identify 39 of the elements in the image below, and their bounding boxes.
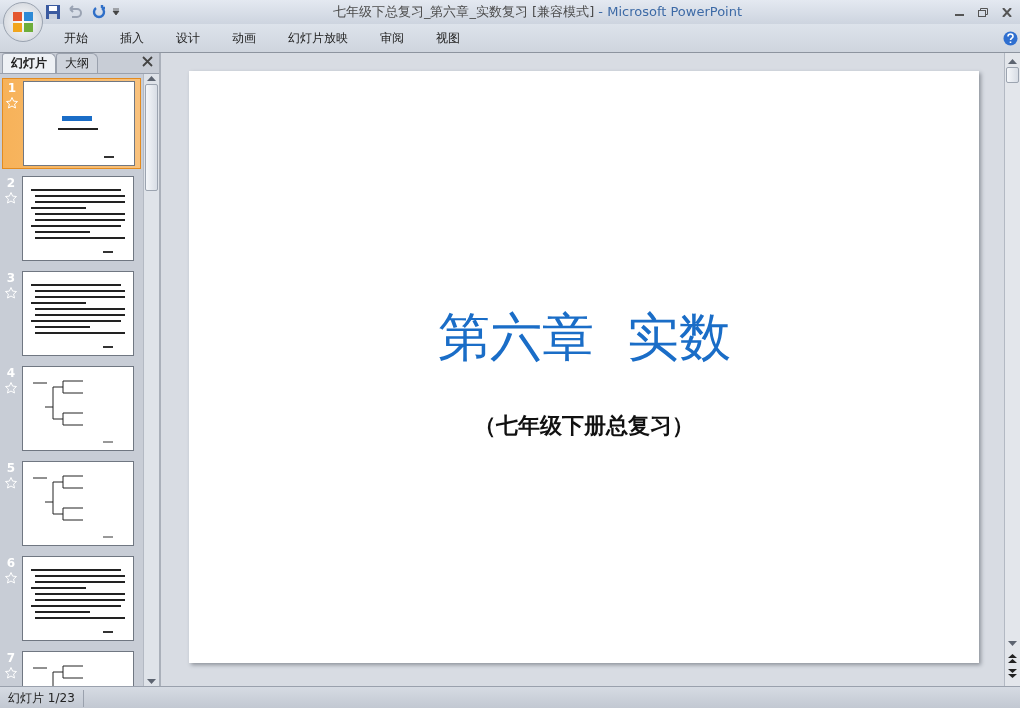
ribbon-tab[interactable]: 审阅 (364, 29, 420, 47)
close-icon[interactable] (142, 56, 154, 67)
next-slide-icon[interactable] (1008, 668, 1018, 678)
tree-diagram-drawing (32, 665, 84, 686)
scroll-up-icon[interactable] (147, 74, 157, 82)
close-icon[interactable] (1002, 7, 1012, 17)
scroll-up-icon[interactable] (1008, 57, 1018, 65)
ribbon-tab[interactable]: 动画 (216, 29, 272, 47)
title-slide-drawing (58, 116, 114, 158)
star-icon (6, 97, 18, 109)
previous-slide-icon[interactable] (1008, 654, 1018, 664)
ribbon-tab[interactable]: 开始 (48, 29, 104, 47)
slide-indicator: 幻灯片 1/23 (0, 689, 84, 707)
scroll-down-icon[interactable] (1008, 640, 1018, 648)
panel-tab[interactable]: 幻灯片 (2, 53, 56, 73)
office-logo-icon (12, 11, 34, 33)
ribbon-tab[interactable]: 设计 (160, 29, 216, 47)
scrollbar-thumb[interactable] (145, 84, 159, 191)
panel-tab[interactable]: 大纲 (56, 53, 98, 73)
star-icon (5, 192, 17, 204)
star-icon (5, 382, 17, 394)
slide-number: 1 (7, 81, 17, 95)
office-button[interactable] (3, 2, 43, 42)
star-icon (5, 667, 17, 679)
scrollbar-thumb[interactable] (1006, 67, 1020, 83)
redo-icon[interactable] (92, 5, 106, 19)
ribbon-tab[interactable]: 幻灯片放映 (272, 29, 364, 47)
customize-caret-icon[interactable] (112, 8, 120, 16)
slide-subtitle: （七年级下册总复习） (474, 411, 695, 440)
help-icon[interactable] (1003, 30, 1018, 46)
ribbon-tab[interactable]: 插入 (104, 29, 160, 47)
window-title: 七年级下总复习_第六章_实数复习 [兼容模式] - Microsoft PowerPoint (331, 3, 744, 21)
slide-title: 第六章 实数 (437, 306, 731, 369)
save-icon[interactable] (46, 5, 60, 19)
star-icon (5, 572, 17, 584)
star-icon (5, 477, 17, 489)
ribbon-tab[interactable]: 视图 (420, 29, 476, 47)
restore-icon[interactable] (978, 7, 988, 17)
star-icon (5, 287, 17, 299)
